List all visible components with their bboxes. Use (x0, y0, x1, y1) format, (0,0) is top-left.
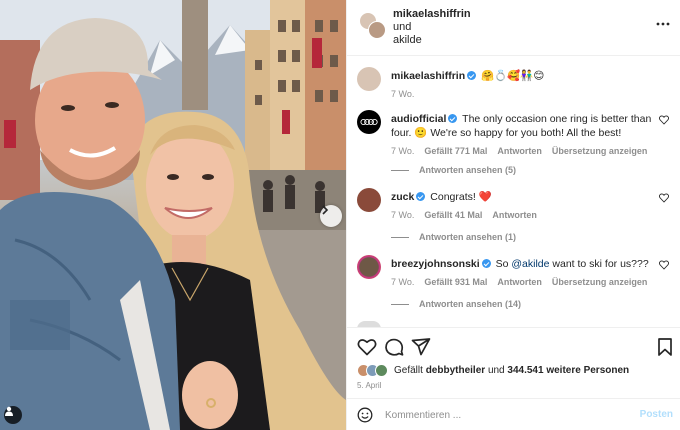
heart-icon[interactable] (659, 193, 669, 203)
audi-rings-logo (360, 118, 378, 126)
replies-divider (391, 169, 409, 171)
translate-button[interactable]: Übersetzung anzeigen (552, 144, 648, 158)
avatar[interactable] (357, 110, 381, 134)
comment-likes[interactable]: Gefällt 771 Mal (424, 144, 487, 158)
verified-icon (481, 259, 491, 268)
bookmark-icon[interactable] (655, 337, 675, 357)
comment-time[interactable]: 7 Wo. (391, 208, 414, 222)
mention-link[interactable]: @akilde (511, 258, 549, 270)
comment-likes[interactable]: Gefällt 931 Mal (424, 275, 487, 289)
photo-illustration (0, 0, 346, 430)
share-icon[interactable] (411, 337, 431, 357)
chevron-right-icon (322, 205, 329, 215)
likes-summary: Gefällt debbytheiler und 344.541 weitere… (357, 364, 629, 377)
comment-icon[interactable] (384, 337, 404, 357)
heart-icon[interactable] (659, 260, 669, 270)
translate-button[interactable]: Übersetzung anzeigen (552, 275, 648, 289)
comment-text-prefix: So (495, 258, 512, 270)
comment-row: breezyjohnsonski So @akilde want to ski … (357, 255, 677, 295)
comment-text-suffix: want to ski for us??? (549, 258, 649, 270)
tagged-users-button[interactable] (4, 406, 22, 424)
header-usernames: mikaelashiffrin und akilde (393, 8, 471, 47)
replies-divider (391, 236, 409, 238)
more-icon[interactable] (655, 17, 671, 31)
comment-box: Posten (347, 398, 680, 430)
verified-icon (467, 71, 477, 80)
likes-joiner: und (487, 365, 505, 376)
reply-button[interactable]: Antworten (497, 144, 542, 158)
comment-username[interactable]: zuck (391, 191, 414, 203)
view-replies-label: Antworten ansehen (5) (419, 165, 517, 175)
replies-divider (391, 303, 409, 305)
post-side-panel: mikaelashiffrin und akilde mikaelashiffr… (346, 0, 680, 430)
collab-avatars[interactable] (359, 12, 386, 39)
caption-text: 🤗💍🥰👫😊 (481, 70, 545, 82)
comment-likes[interactable]: Gefällt 41 Mal (424, 208, 482, 222)
view-replies-label: Antworten ansehen (14) (419, 299, 522, 309)
likes-prefix: Gefällt (394, 365, 423, 376)
avatar[interactable] (357, 255, 381, 279)
emoji-icon[interactable] (357, 407, 373, 423)
comment-row: zuck Congrats! ❤️ 7 Wo. Gefällt 41 Mal A… (357, 188, 677, 228)
comment-text: Congrats! ❤️ (430, 191, 492, 203)
post-photo[interactable] (0, 0, 346, 430)
collab-joiner: und (393, 21, 412, 33)
view-replies-button[interactable]: Antworten ansehen (1) (391, 232, 516, 242)
avatar-collaborator[interactable] (368, 21, 386, 39)
reply-button[interactable]: Antworten (497, 275, 542, 289)
user-tag-icon (5, 406, 13, 416)
caption-username[interactable]: mikaelashiffrin (391, 70, 465, 82)
post-header: mikaelashiffrin und akilde (347, 0, 680, 56)
comment-input[interactable] (385, 406, 625, 424)
post-actions: Gefällt debbytheiler und 344.541 weitere… (347, 327, 680, 397)
caption-row: mikaelashiffrin 🤗💍🥰👫😊 7 Wo. (357, 67, 677, 107)
author-username[interactable]: mikaelashiffrin (393, 8, 471, 21)
caption-time[interactable]: 7 Wo. (391, 87, 414, 101)
comment-row: audiofficial The only occasion one ring … (357, 110, 677, 170)
heart-icon[interactable] (357, 337, 377, 357)
next-photo-button[interactable] (320, 205, 342, 227)
comment-username[interactable]: breezyjohnsonski (391, 258, 480, 270)
verified-icon (448, 114, 458, 123)
verified-icon (416, 192, 426, 201)
comment-time[interactable]: 7 Wo. (391, 275, 414, 289)
post-date[interactable]: 5. April (357, 381, 381, 390)
likes-others-count[interactable]: 344.541 weitere Personen (507, 365, 629, 376)
post-button[interactable]: Posten (640, 409, 673, 420)
collaborator-username[interactable]: akilde (393, 34, 471, 47)
comment-username[interactable]: audiofficial (391, 113, 446, 125)
heart-icon[interactable] (659, 115, 669, 125)
reply-button[interactable]: Antworten (492, 208, 537, 222)
view-replies-button[interactable]: Antworten ansehen (14) (391, 299, 521, 309)
avatar[interactable] (357, 67, 381, 91)
view-replies-button[interactable]: Antworten ansehen (5) (391, 165, 516, 175)
comment-time[interactable]: 7 Wo. (391, 144, 414, 158)
comments-list[interactable]: mikaelashiffrin 🤗💍🥰👫😊 7 Wo. audiofficial… (347, 57, 680, 327)
avatar[interactable] (357, 188, 381, 212)
liker-avatar[interactable] (375, 364, 388, 377)
view-replies-label: Antworten ansehen (1) (419, 232, 517, 242)
first-liker-username[interactable]: debbytheiler (426, 365, 485, 376)
